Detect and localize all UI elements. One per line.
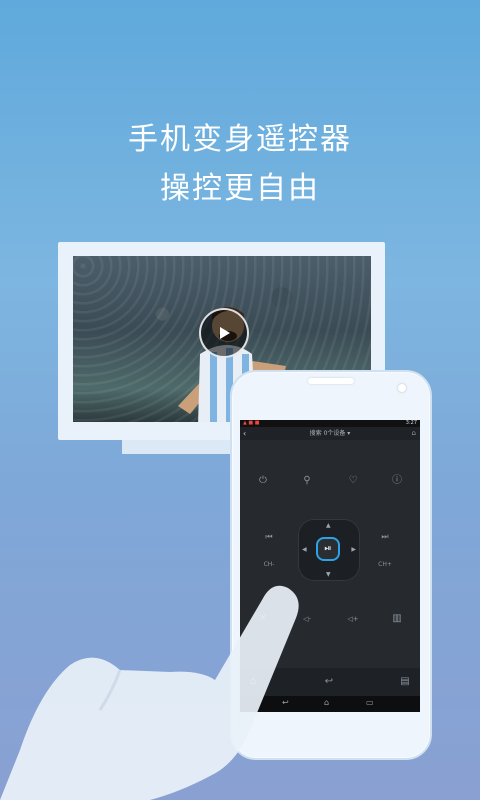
dpad-left-icon[interactable]: ◀ [302,546,307,553]
status-icons: ▲ ■ ■ [243,420,260,426]
status-bar: ▲ ■ ■ 3:27 [240,420,420,427]
list-button[interactable]: ▤ [396,673,414,691]
info-button[interactable]: ⓘ [388,472,406,490]
play-icon [220,327,230,339]
play-pause-button[interactable]: ⏯ [316,537,340,561]
menu-button[interactable]: ▥ [388,610,406,628]
nav-home-icon[interactable]: ⌂ [324,698,329,707]
headline-line1: 手机变身遥控器 [128,122,352,157]
app-titlebar: ‹ 搜索 0个设备 ▾ ⌂ [240,427,420,440]
return-button[interactable]: ↩ [320,673,338,691]
volume-up-button[interactable]: ◁+ [344,610,362,628]
power-button[interactable]: ⏻ [254,472,272,490]
previous-button[interactable]: ⏮ [260,528,278,546]
headline-line2: 操控更自由 [160,171,320,206]
status-time: 3:27 [405,420,417,426]
play-button[interactable] [199,308,249,358]
phone-camera [398,384,406,392]
dpad-right-icon[interactable]: ▶ [351,546,356,553]
dpad-up-icon[interactable]: ▲ [326,522,331,529]
favorite-button[interactable]: ♡ [344,472,362,490]
dpad-down-icon[interactable]: ▼ [326,571,331,578]
pointing-hand-illustration [0,585,299,800]
search-button[interactable]: ⚲ [298,472,316,490]
tv-stand [122,440,240,454]
next-button[interactable]: ⏭ [376,528,394,546]
home-icon[interactable]: ⌂ [412,427,416,440]
phone-speaker [308,378,354,384]
device-selector[interactable]: 搜索 0个设备 ▾ [310,430,351,437]
nav-recent-icon[interactable]: ▭ [366,698,374,707]
back-icon[interactable]: ‹ [243,427,246,440]
channel-plus-button[interactable]: CH+ [376,556,394,574]
